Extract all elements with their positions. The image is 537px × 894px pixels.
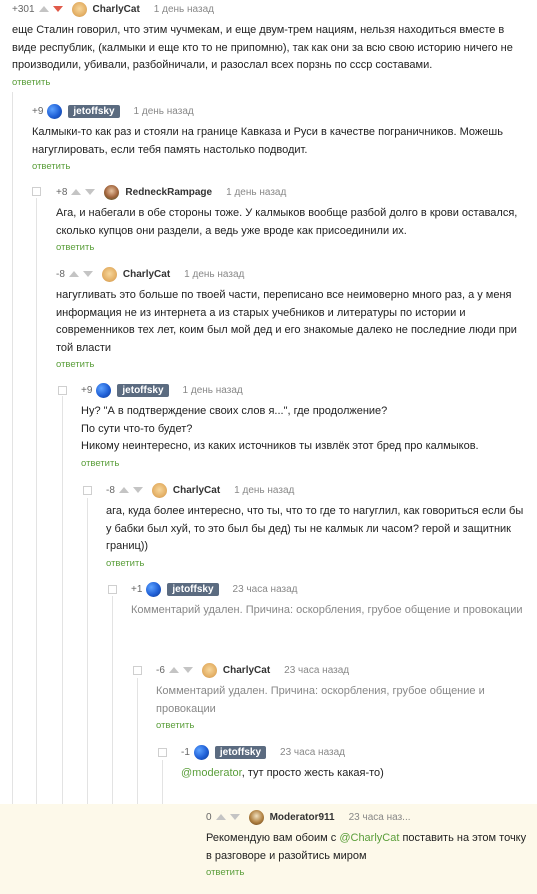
reply-link[interactable]: ответить	[32, 161, 531, 172]
comment-time[interactable]: 23 часа назад	[280, 747, 345, 758]
comment-rating: +9	[81, 384, 93, 396]
comment-time[interactable]: 23 часа наз...	[349, 812, 411, 823]
comment-time[interactable]: 1 день назад	[154, 4, 214, 15]
reply-link[interactable]: ответить	[206, 867, 531, 878]
avatar[interactable]	[47, 103, 63, 119]
collapse-toggle[interactable]	[83, 486, 92, 495]
comment-text: Рекомендую вам обоим с @CharlyCat постав…	[206, 830, 531, 865]
comment-time[interactable]: 1 день назад	[183, 385, 243, 396]
comment-text: Ну? "А в подтверждение своих слов я...",…	[81, 403, 531, 456]
vote-up-icon[interactable]	[71, 189, 82, 195]
avatar[interactable]	[151, 482, 167, 498]
vote-down-icon[interactable]	[82, 271, 93, 277]
comment-author[interactable]: RedneckRampage	[125, 187, 212, 198]
comment: -8 CharlyCat 1 день назад нагугливать эт…	[56, 265, 531, 370]
comment-time[interactable]: 23 часа назад	[284, 665, 349, 676]
reply-link[interactable]: ответить	[56, 242, 531, 253]
comment-thread: +301 CharlyCat 1 день назад еще Сталин г…	[0, 0, 537, 894]
comment-text: Калмыки-то как раз и стояли на границе К…	[32, 126, 503, 156]
collapse-toggle[interactable]	[58, 386, 67, 395]
collapse-toggle[interactable]	[108, 585, 117, 594]
comment: +8 RedneckRampage 1 день назад Ага, и на…	[56, 183, 531, 253]
comment: +9 jetoffsky 1 день назад Калмыки-то как…	[32, 102, 531, 172]
comment-text: Ага, и набегали в обе стороны тоже. У ка…	[56, 207, 518, 237]
avatar[interactable]	[201, 662, 217, 678]
thread-line[interactable]	[12, 92, 13, 894]
comment-rating: -1	[181, 746, 190, 758]
avatar[interactable]	[101, 266, 117, 282]
avatar[interactable]	[193, 744, 209, 760]
comment: 0 Moderator911 23 часа наз... Рекомендую…	[206, 808, 531, 878]
comment-text: @moderator, тут просто жесть какая-то)	[181, 765, 531, 783]
vote-down-icon[interactable]	[182, 667, 193, 673]
vote-down-icon[interactable]	[229, 814, 240, 820]
vote-down-icon[interactable]	[85, 189, 96, 195]
avatar[interactable]	[96, 382, 112, 398]
comment-time[interactable]: 1 день назад	[184, 269, 244, 280]
comment-author[interactable]: jetoffsky	[214, 745, 267, 759]
user-mention[interactable]: @CharlyCat	[339, 832, 399, 844]
avatar[interactable]	[248, 809, 264, 825]
comment-author[interactable]: CharlyCat	[123, 269, 170, 280]
collapse-toggle[interactable]	[133, 666, 142, 675]
comment: +9 jetoffsky 1 день назад Ну? "А в подтв…	[81, 381, 531, 469]
comment-rating: -6	[156, 664, 165, 676]
avatar[interactable]	[71, 1, 87, 17]
vote-up-icon[interactable]	[118, 487, 129, 493]
vote-up-icon[interactable]	[215, 814, 226, 820]
reply-link[interactable]: ответить	[156, 720, 531, 731]
comment-text: еще Сталин говорил, что этим чучмекам, и…	[12, 24, 513, 71]
comment: +1 jetoffsky 23 часа назад Комментарий у…	[131, 580, 531, 620]
thread-line[interactable]	[36, 198, 37, 894]
deleted-comment-text: Комментарий удален. Причина: оскорбления…	[156, 685, 485, 715]
comment-rating: +9	[32, 105, 44, 117]
comment: +301 CharlyCat 1 день назад еще Сталин г…	[12, 0, 531, 88]
comment-time[interactable]: 1 день назад	[234, 485, 294, 496]
vote-up-icon[interactable]	[38, 6, 49, 12]
comment-rating: 0	[206, 811, 212, 823]
deleted-comment-text: Комментарий удален. Причина: оскорбления…	[131, 604, 523, 616]
reply-link[interactable]: ответить	[12, 77, 531, 88]
vote-down-icon[interactable]	[132, 487, 143, 493]
collapse-toggle[interactable]	[32, 187, 41, 196]
comment-text-part: , тут просто жесть какая-то)	[241, 767, 384, 779]
reply-link[interactable]: ответить	[81, 458, 531, 469]
comment-line: Ну? "А в подтверждение своих слов я...",…	[81, 405, 388, 417]
comment: -6 CharlyCat 23 часа назад Комментарий у…	[156, 661, 531, 731]
comment-rating: +8	[56, 186, 68, 198]
comment-text: ага, куда более интересно, что ты, что т…	[106, 505, 524, 552]
comment-rating: +1	[131, 583, 143, 595]
collapse-toggle[interactable]	[158, 748, 167, 757]
comment-time[interactable]: 1 день назад	[226, 187, 286, 198]
vote-up-icon[interactable]	[68, 271, 79, 277]
comment-author[interactable]: CharlyCat	[223, 665, 270, 676]
user-mention[interactable]: @moderator	[181, 767, 242, 779]
comment-author[interactable]: CharlyCat	[93, 4, 140, 15]
comment-author[interactable]: CharlyCat	[173, 485, 220, 496]
comment-rating: -8	[56, 268, 65, 280]
comment-text: нагугливать это больше по твоей части, п…	[56, 289, 517, 354]
comment: -1 jetoffsky 23 часа назад @moderator, т…	[181, 743, 531, 783]
comment-author[interactable]: jetoffsky	[68, 104, 120, 118]
comment-author[interactable]: Moderator911	[270, 812, 335, 823]
comment-rating: +301	[12, 3, 35, 15]
comment-line: Никому неинтересно, из каких источников …	[81, 440, 479, 452]
comment-author[interactable]: jetoffsky	[167, 582, 219, 596]
comment-line: По сути что-то будет?	[81, 422, 193, 435]
comment-author[interactable]: jetoffsky	[117, 383, 169, 397]
comment-time[interactable]: 1 день назад	[134, 106, 194, 117]
comment-rating: -8	[106, 484, 115, 496]
comment-text-part: Рекомендую вам обоим с	[206, 832, 340, 844]
vote-up-icon[interactable]	[168, 667, 179, 673]
reply-link[interactable]: ответить	[106, 558, 531, 569]
avatar[interactable]	[146, 581, 162, 597]
comment: -8 CharlyCat 1 день назад ага, куда боле…	[106, 481, 531, 569]
reply-link[interactable]: ответить	[56, 359, 531, 370]
comment-time[interactable]: 23 часа назад	[233, 584, 298, 595]
avatar[interactable]	[104, 184, 120, 200]
vote-down-icon[interactable]	[52, 6, 63, 12]
